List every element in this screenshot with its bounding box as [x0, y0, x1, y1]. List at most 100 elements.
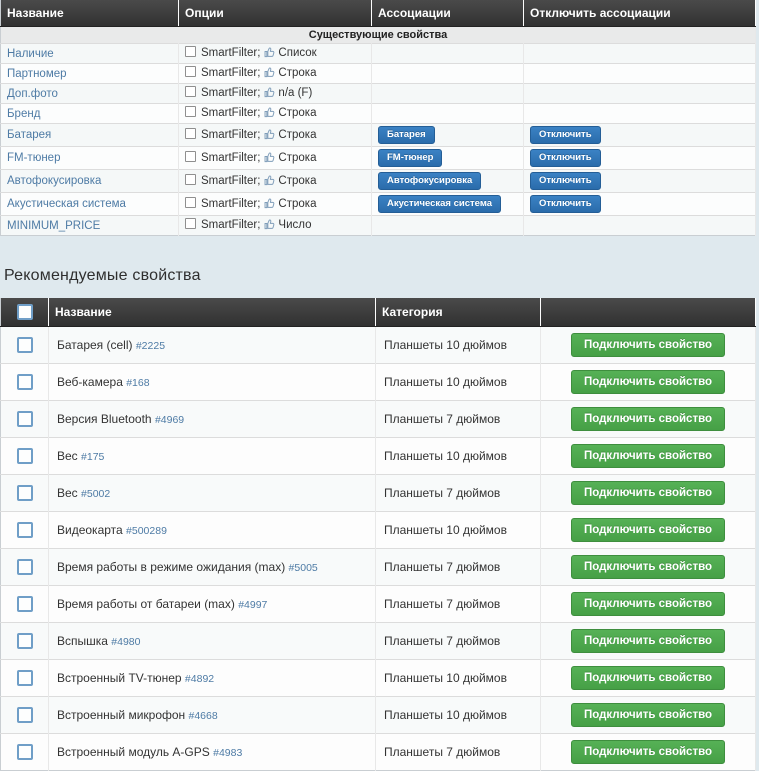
- row-checkbox-cell: [1, 549, 49, 586]
- connect-property-button[interactable]: Подключить свойство: [571, 703, 725, 727]
- row-checkbox[interactable]: [17, 522, 33, 538]
- existing-property-row: Батарея SmartFilter;Строка Батарея Отклю…: [1, 124, 756, 147]
- smartfilter-checkbox[interactable]: [185, 46, 196, 57]
- recommended-table-header-row: Название Категория: [1, 298, 756, 327]
- smartfilter-checkbox[interactable]: [185, 66, 196, 77]
- recommended-property-name: Версия Bluetooth: [57, 412, 155, 426]
- smartfilter-checkbox[interactable]: [185, 128, 196, 139]
- connect-property-button[interactable]: Подключить свойство: [571, 407, 725, 431]
- recommended-property-id-link[interactable]: #5002: [81, 488, 110, 500]
- recommended-property-id-link[interactable]: #4969: [155, 414, 184, 426]
- smartfilter-checkbox[interactable]: [185, 218, 196, 229]
- recommended-category-cell: Планшеты 10 дюймов: [376, 697, 541, 734]
- property-disable-cell: [524, 84, 756, 104]
- recommended-property-id-link[interactable]: #4997: [238, 599, 267, 611]
- disable-association-button[interactable]: Отключить: [530, 126, 601, 144]
- property-name-link[interactable]: Бренд: [7, 108, 40, 120]
- property-association-cell: Батарея: [372, 124, 524, 147]
- property-options-cell: SmartFilter;Число: [179, 216, 372, 236]
- option-type-label: Строка: [278, 198, 316, 210]
- property-name-link[interactable]: Доп.фото: [7, 88, 58, 100]
- connect-property-button[interactable]: Подключить свойство: [571, 629, 725, 653]
- connect-property-button[interactable]: Подключить свойство: [571, 481, 725, 505]
- recommended-name-cell: Встроенный модуль A-GPS #4983: [49, 734, 376, 771]
- recommended-property-id-link[interactable]: #175: [81, 451, 104, 463]
- property-options-cell: SmartFilter;Список: [179, 44, 372, 64]
- association-badge[interactable]: Автофокусировка: [378, 172, 481, 190]
- property-name-link[interactable]: Акустическая система: [7, 198, 126, 210]
- smartfilter-checkbox[interactable]: [185, 86, 196, 97]
- row-checkbox[interactable]: [17, 596, 33, 612]
- row-checkbox[interactable]: [17, 337, 33, 353]
- smartfilter-checkbox[interactable]: [185, 106, 196, 117]
- property-name-link[interactable]: Наличие: [7, 48, 54, 60]
- connect-property-button[interactable]: Подключить свойство: [571, 333, 725, 357]
- connect-property-button[interactable]: Подключить свойство: [571, 444, 725, 468]
- row-checkbox[interactable]: [17, 633, 33, 649]
- property-association-cell: Автофокусировка: [372, 170, 524, 193]
- connect-property-button[interactable]: Подключить свойство: [571, 555, 725, 579]
- property-disable-cell: Отключить: [524, 147, 756, 170]
- row-checkbox[interactable]: [17, 374, 33, 390]
- recommended-action-cell: Подключить свойство: [541, 660, 756, 697]
- property-name-link[interactable]: Партномер: [7, 68, 67, 80]
- smartfilter-checkbox[interactable]: [185, 151, 196, 162]
- smartfilter-checkbox[interactable]: [185, 174, 196, 185]
- existing-property-row: Партномер SmartFilter;Строка: [1, 64, 756, 84]
- recommended-property-name: Встроенный микрофон: [57, 708, 189, 722]
- recommended-property-name: Вес: [57, 449, 81, 463]
- property-name-link[interactable]: Автофокусировка: [7, 175, 101, 187]
- existing-property-row: Доп.фото SmartFilter;n/a (F): [1, 84, 756, 104]
- recommended-action-cell: Подключить свойство: [541, 734, 756, 771]
- recommended-name-cell: Веб-камера #168: [49, 364, 376, 401]
- recommended-category-label: Планшеты 7 дюймов: [384, 597, 500, 611]
- property-name-link[interactable]: Батарея: [7, 129, 51, 141]
- property-name-cell: Наличие: [1, 44, 179, 64]
- recommended-category-cell: Планшеты 10 дюймов: [376, 660, 541, 697]
- association-badge[interactable]: Батарея: [378, 126, 435, 144]
- recommended-name-cell: Видеокарта #500289: [49, 512, 376, 549]
- property-disable-cell: [524, 64, 756, 84]
- row-checkbox[interactable]: [17, 411, 33, 427]
- association-badge[interactable]: Акустическая система: [378, 195, 501, 213]
- disable-association-button[interactable]: Отключить: [530, 195, 601, 213]
- disable-association-button[interactable]: Отключить: [530, 172, 601, 190]
- recommended-name-cell: Время работы от батареи (max) #4997: [49, 586, 376, 623]
- smartfilter-checkbox[interactable]: [185, 197, 196, 208]
- row-checkbox-cell: [1, 401, 49, 438]
- connect-property-button[interactable]: Подключить свойство: [571, 518, 725, 542]
- recommended-property-row: Веб-камера #168 Планшеты 10 дюймов Подкл…: [1, 364, 756, 401]
- thumbs-up-icon: [264, 219, 275, 233]
- row-checkbox[interactable]: [17, 670, 33, 686]
- association-badge[interactable]: FM-тюнер: [378, 149, 442, 167]
- option-type-label: n/a (F): [278, 87, 312, 99]
- row-checkbox[interactable]: [17, 485, 33, 501]
- connect-property-button[interactable]: Подключить свойство: [571, 666, 725, 690]
- recommended-action-cell: Подключить свойство: [541, 623, 756, 660]
- row-checkbox[interactable]: [17, 744, 33, 760]
- connect-property-button[interactable]: Подключить свойство: [571, 370, 725, 394]
- row-checkbox[interactable]: [17, 707, 33, 723]
- row-checkbox[interactable]: [17, 448, 33, 464]
- option-type-label: Список: [278, 47, 316, 59]
- property-disable-cell: Отключить: [524, 170, 756, 193]
- select-all-checkbox[interactable]: [17, 304, 33, 320]
- recommended-property-id-link[interactable]: #4892: [185, 673, 214, 685]
- recommended-property-id-link[interactable]: #5005: [289, 562, 318, 574]
- property-name-link[interactable]: FM-тюнер: [7, 152, 60, 164]
- recommended-property-id-link[interactable]: #168: [126, 377, 149, 389]
- disable-association-button[interactable]: Отключить: [530, 149, 601, 167]
- recommended-property-id-link[interactable]: #4668: [189, 710, 218, 722]
- recommended-property-id-link[interactable]: #4980: [111, 636, 140, 648]
- connect-property-button[interactable]: Подключить свойство: [571, 740, 725, 764]
- recommended-property-id-link[interactable]: #4983: [213, 747, 242, 759]
- recommended-property-name: Встроенный модуль A-GPS: [57, 745, 213, 759]
- property-association-cell: [372, 104, 524, 124]
- row-checkbox[interactable]: [17, 559, 33, 575]
- recommended-property-id-link[interactable]: #2225: [136, 340, 165, 352]
- property-name-link[interactable]: MINIMUM_PRICE: [7, 220, 100, 232]
- recommended-category-cell: Планшеты 10 дюймов: [376, 327, 541, 364]
- connect-property-button[interactable]: Подключить свойство: [571, 592, 725, 616]
- recommended-property-id-link[interactable]: #500289: [126, 525, 167, 537]
- existing-properties-table: Название Опции Ассоциации Отключить ассо…: [0, 0, 756, 236]
